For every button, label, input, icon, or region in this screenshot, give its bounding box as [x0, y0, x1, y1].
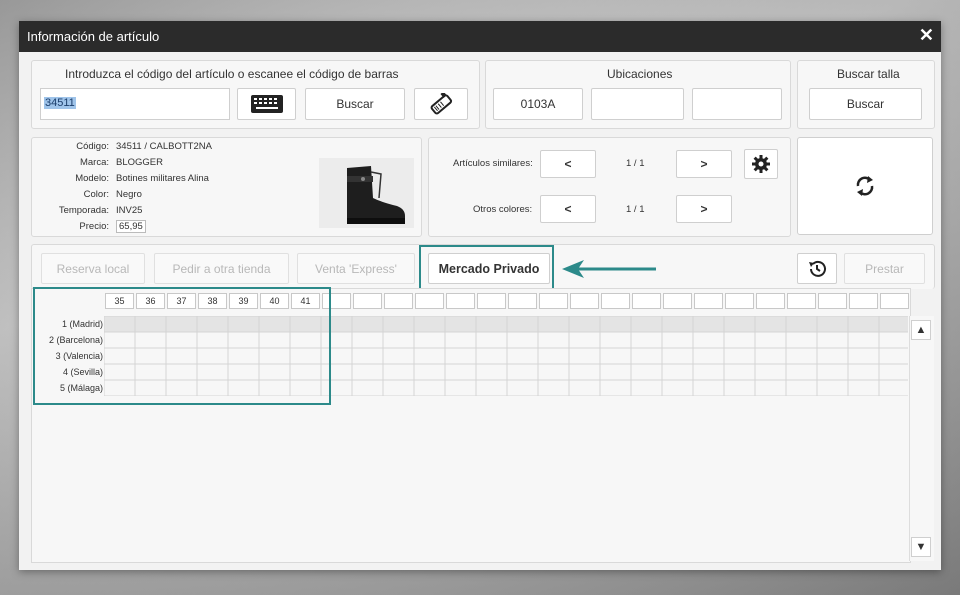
size-header-empty: [353, 293, 382, 309]
size-header-empty: [849, 293, 878, 309]
colors-prev-button[interactable]: <: [540, 195, 596, 223]
size-header-empty: [415, 293, 444, 309]
article-field-value: 34511 / CALBOTT2NA: [116, 141, 212, 152]
reserva-local-button[interactable]: Reserva local: [41, 253, 145, 284]
keyboard-icon: [250, 95, 283, 113]
location-button-1[interactable]: 0103A: [493, 88, 583, 120]
pedir-otra-tienda-button[interactable]: Pedir a otra tienda: [154, 253, 289, 284]
window-title: Información de artículo: [27, 29, 160, 44]
size-header-empty: [756, 293, 785, 309]
location-button-2[interactable]: [591, 88, 684, 120]
similar-next-button[interactable]: >: [676, 150, 732, 178]
size-header-empty: [508, 293, 537, 309]
article-code-input[interactable]: 34511: [40, 88, 230, 120]
prestar-button[interactable]: Prestar: [844, 253, 925, 284]
vertical-scrollbar[interactable]: [909, 316, 934, 561]
size-header-empty: [632, 293, 661, 309]
article-field-label: Color:: [83, 189, 109, 200]
article-field-value: 65,95: [116, 220, 146, 233]
size-header-empty: [725, 293, 754, 309]
history-button[interactable]: [797, 253, 837, 284]
venta-express-button[interactable]: Venta 'Express': [297, 253, 415, 284]
article-field-value: Botines militares Alina: [116, 173, 209, 184]
scanner-icon: [430, 93, 453, 115]
size-header-empty: [539, 293, 568, 309]
similar-label: Artículos similares:: [453, 158, 533, 169]
article-field-label: Código:: [76, 141, 109, 152]
keyboard-button[interactable]: [237, 88, 296, 120]
size-header-empty: [570, 293, 599, 309]
size-header-empty: [384, 293, 413, 309]
article-field-label: Modelo:: [75, 173, 109, 184]
size-header-empty: [477, 293, 506, 309]
scanner-button[interactable]: [414, 88, 468, 120]
article-field-label: Temporada:: [58, 205, 109, 216]
article-code-value: 34511: [44, 97, 76, 109]
size-header-empty: [446, 293, 475, 309]
colors-next-button[interactable]: >: [676, 195, 732, 223]
refresh-icon: [856, 176, 874, 196]
size-search-label: Buscar talla: [837, 67, 900, 81]
colors-label: Otros colores:: [473, 204, 533, 215]
sizes-highlight-box: [33, 287, 331, 405]
location-button-3[interactable]: [692, 88, 782, 120]
refresh-button[interactable]: [797, 137, 933, 235]
article-field-value: INV25: [116, 205, 143, 216]
gear-icon: [752, 155, 770, 173]
size-header-empty: [818, 293, 847, 309]
size-header-empty: [601, 293, 630, 309]
size-header-empty: [663, 293, 692, 309]
article-field-value: Negro: [116, 189, 142, 200]
scroll-down-button[interactable]: ▼: [911, 537, 931, 557]
mercado-highlight-box: [419, 245, 554, 291]
article-field-value: BLOGGER: [116, 157, 163, 168]
similar-colors-panel: [428, 137, 791, 237]
search-label: Introduzca el código del artículo o esca…: [65, 67, 399, 81]
size-header-empty: [694, 293, 723, 309]
close-icon[interactable]: ✕: [919, 25, 934, 46]
colors-page: 1 / 1: [626, 204, 645, 215]
scroll-up-button[interactable]: ▲: [911, 320, 931, 340]
size-header-empty: [880, 293, 909, 309]
article-field-label: Precio:: [79, 221, 109, 232]
settings-button[interactable]: [744, 149, 778, 179]
similar-prev-button[interactable]: <: [540, 150, 596, 178]
size-search-button[interactable]: Buscar: [809, 88, 922, 120]
locations-label: Ubicaciones: [607, 67, 673, 81]
article-field-label: Marca:: [79, 157, 109, 168]
size-header-empty: [787, 293, 816, 309]
search-button[interactable]: Buscar: [305, 88, 405, 120]
similar-page: 1 / 1: [626, 158, 645, 169]
arrow-left-icon: [562, 260, 656, 278]
title-bar: Información de artículo ✕: [19, 21, 941, 52]
history-icon: [809, 260, 826, 277]
boot-image: [319, 158, 414, 228]
